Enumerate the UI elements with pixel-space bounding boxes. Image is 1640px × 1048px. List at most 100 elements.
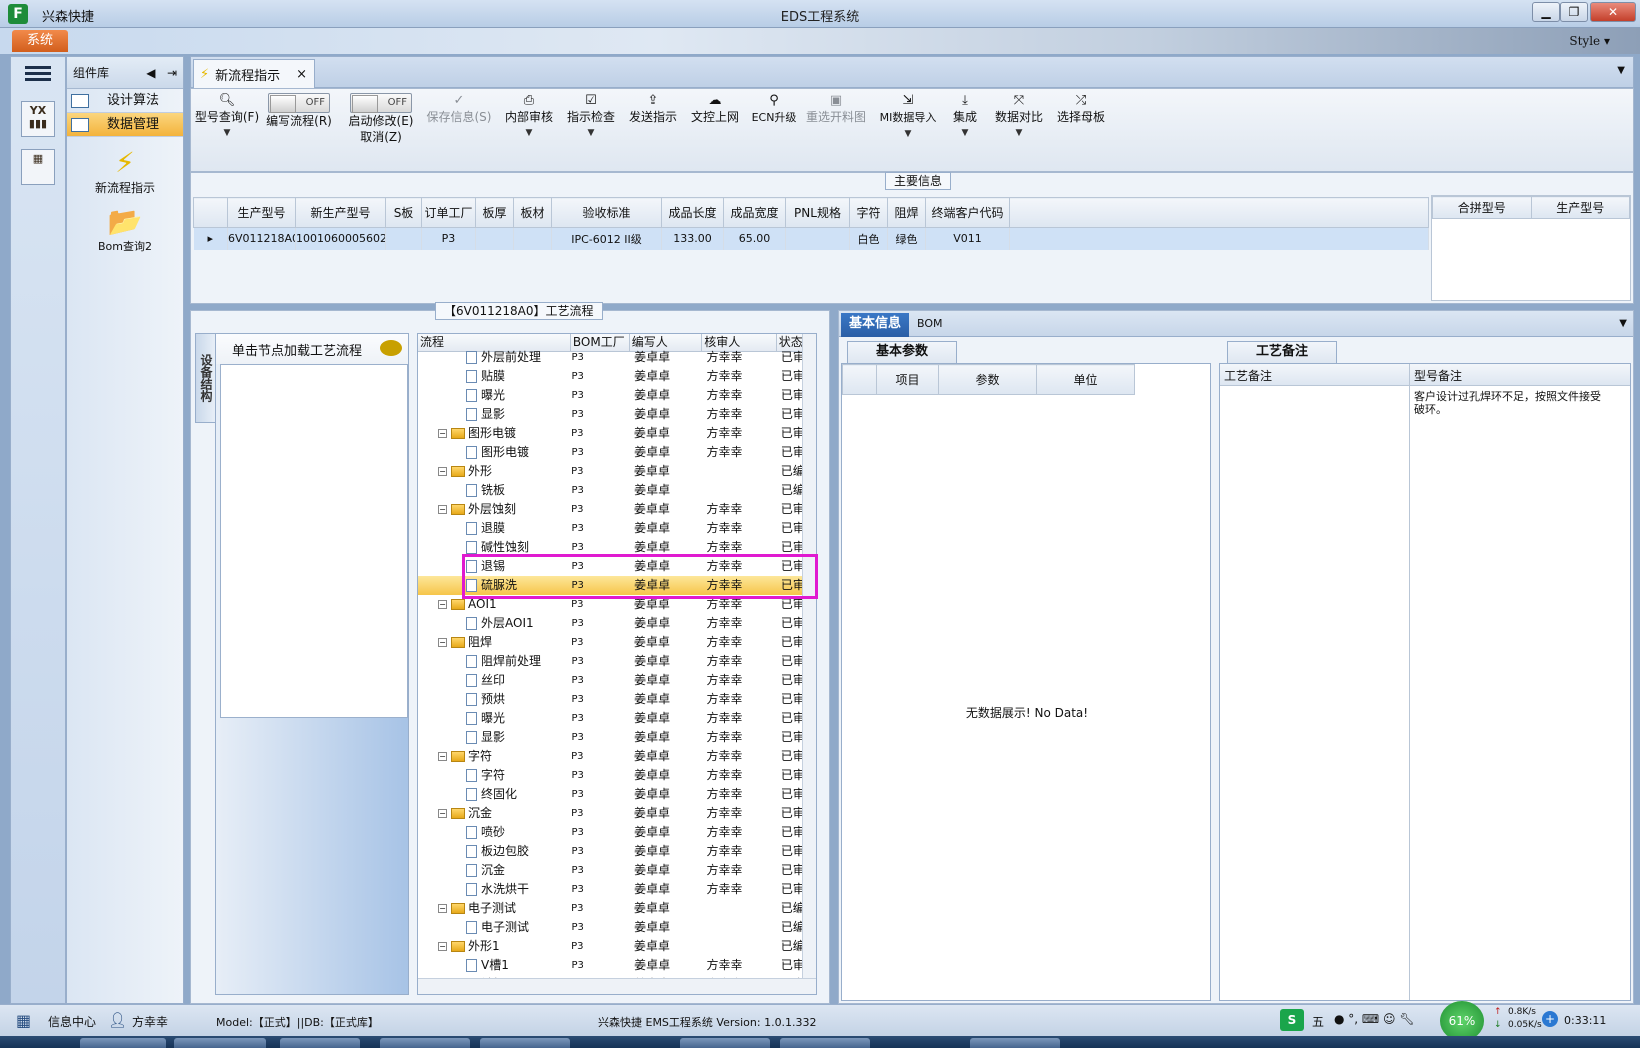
tree-row[interactable]: 硫脲洗 P3 姜卓卓 方幸幸 已审核	[418, 576, 816, 595]
close-button[interactable]: ✕	[1590, 2, 1636, 22]
tree-row[interactable]: 退膜 P3 姜卓卓 方幸幸 已审核	[418, 519, 816, 538]
collapse-toggle-icon[interactable]: −	[438, 942, 447, 951]
taskbar-app-button[interactable]	[380, 1038, 470, 1048]
tool-new-flow[interactable]: ⚡ 新流程指示	[67, 147, 183, 196]
col-header[interactable]: 成品长度	[661, 197, 724, 228]
tab-basic-info[interactable]: 基本信息	[841, 313, 909, 337]
tree-row[interactable]: − 外形 P3 姜卓卓 已编写	[418, 462, 816, 481]
cpu-usage-gauge[interactable]: 61%	[1440, 1001, 1484, 1041]
tree-node[interactable]: 终固化	[418, 785, 572, 804]
table-cell[interactable]	[513, 227, 552, 250]
tree-node[interactable]: 图形电镀	[418, 443, 572, 462]
toggle-switch[interactable]: OFF	[268, 93, 330, 113]
side-col-header[interactable]: 生产型号	[1530, 196, 1630, 219]
tree-node[interactable]: 喷砂	[418, 823, 572, 842]
tree-row[interactable]: − 字符 P3 姜卓卓 方幸幸 已审核	[418, 747, 816, 766]
tree-row[interactable]: V槽1 P3 姜卓卓 方幸幸 已审核	[418, 956, 816, 975]
col-header[interactable]: 验收标准	[551, 197, 662, 228]
col-header[interactable]: 板材	[513, 197, 552, 228]
table-cell[interactable]: 6V011218A0	[227, 227, 296, 250]
table-cell[interactable]: V011	[925, 227, 1010, 250]
table-cell[interactable]: P3	[421, 227, 476, 250]
tree-row[interactable]: 显影 P3 姜卓卓 方幸幸 已审核	[418, 405, 816, 424]
tree-row[interactable]: 沉金 P3 姜卓卓 方幸幸 已审核	[418, 861, 816, 880]
table-cell[interactable]: 133.00	[661, 227, 724, 250]
col-header[interactable]: 板厚	[475, 197, 514, 228]
col-header[interactable]: 订单工厂	[421, 197, 476, 228]
table-cell[interactable]	[385, 227, 422, 250]
tree-row[interactable]: − 外形1 P3 姜卓卓 已编写	[418, 937, 816, 956]
tree-node[interactable]: 曝光	[418, 386, 572, 405]
data-compare-button[interactable]: ⤧ 数据对比 ▼	[991, 93, 1047, 141]
tree-node[interactable]: 铣板	[418, 481, 572, 500]
col-header[interactable]: 生产型号	[227, 197, 296, 228]
pin-panel-icon[interactable]: ⇥	[167, 66, 177, 80]
tree-node[interactable]: 退膜	[418, 519, 572, 538]
tab-equipment-structure[interactable]: 设备结构	[195, 333, 217, 423]
col-header[interactable]: 新生产型号	[295, 197, 386, 228]
info-center-label[interactable]: 信息中心	[48, 1013, 96, 1030]
tree-row[interactable]: − 外层蚀刻 P3 姜卓卓 方幸幸 已审核	[418, 500, 816, 519]
ecn-upgrade-button[interactable]: ⚲ ECN升级	[749, 93, 799, 126]
ime-toolbar-icons[interactable]: ● °, ⌨ ☺ 🔧︎	[1334, 1012, 1415, 1026]
tree-node[interactable]: 字符	[418, 766, 572, 785]
tree-row[interactable]: 阻焊前处理 P3 姜卓卓 方幸幸 已审核	[418, 652, 816, 671]
tree-node[interactable]: 退锡	[418, 557, 572, 576]
select-motherboard-button[interactable]: ⤮ 选择母板	[1053, 93, 1109, 125]
minimize-button[interactable]: ▁	[1532, 2, 1560, 22]
tree-row[interactable]: 碱性蚀刻 P3 姜卓卓 方幸幸 已审核	[418, 538, 816, 557]
tree-node[interactable]: − AOI1	[418, 595, 571, 614]
tree-node[interactable]: − 外形1	[418, 937, 571, 956]
hamburger-menu-icon[interactable]	[25, 63, 51, 85]
taskbar-app-button[interactable]	[280, 1038, 360, 1048]
tree-row[interactable]: 贴膜 P3 姜卓卓 方幸幸 已审核	[418, 367, 816, 386]
model-note-text[interactable]: 客户设计过孔焊环不足，按照文件接受破环。	[1414, 390, 1610, 416]
tab-close-icon[interactable]: ×	[296, 67, 307, 82]
tree-row[interactable]: − 沉金 P3 姜卓卓 方幸幸 已审核	[418, 804, 816, 823]
tree-row[interactable]: 铣板 P3 姜卓卓 已编写	[418, 481, 816, 500]
col-header[interactable]: 成品宽度	[723, 197, 786, 228]
tree-node[interactable]: 显影	[418, 405, 572, 424]
tree-row[interactable]: 水洗烘干 P3 姜卓卓 方幸幸 已审核	[418, 880, 816, 899]
tree-node[interactable]: 丝印	[418, 671, 572, 690]
tree-row[interactable]: 显影 P3 姜卓卓 方幸幸 已审核	[418, 728, 816, 747]
table-cell[interactable]	[785, 227, 850, 250]
col-header[interactable]: 终端客户代码	[925, 197, 1010, 228]
tree-vertical-scrollbar[interactable]	[802, 334, 816, 994]
tabs-dropdown-icon[interactable]: ▼	[1617, 65, 1625, 76]
tree-row[interactable]: 预烘 P3 姜卓卓 方幸幸 已审核	[418, 690, 816, 709]
write-flow-toggle[interactable]: OFF 编写流程(R)	[259, 93, 339, 129]
tree-node[interactable]: 外层前处理	[418, 348, 572, 367]
tree-row[interactable]: 电子测试 P3 姜卓卓 已编写	[418, 918, 816, 937]
taskbar-app-button[interactable]	[80, 1038, 166, 1048]
tree-node[interactable]: 沉金	[418, 861, 572, 880]
tree-node[interactable]: − 图形电镀	[418, 424, 571, 443]
tree-row[interactable]: 退锡 P3 姜卓卓 方幸幸 已审核	[418, 557, 816, 576]
tabs-dropdown-icon[interactable]: ▼	[1619, 318, 1627, 329]
tree-node[interactable]: 水洗烘干	[418, 880, 572, 899]
collapse-toggle-icon[interactable]: −	[438, 505, 447, 514]
tree-node[interactable]: 贴膜	[418, 367, 572, 386]
taskbar-app-button[interactable]	[480, 1038, 570, 1048]
tree-node[interactable]: 碱性蚀刻	[418, 538, 572, 557]
tree-node[interactable]: − 字符	[418, 747, 571, 766]
col-header[interactable]: S板	[385, 197, 422, 228]
tree-row[interactable]: 板边包胶 P3 姜卓卓 方幸幸 已审核	[418, 842, 816, 861]
collapse-toggle-icon[interactable]: −	[438, 467, 447, 476]
plus-circle-icon[interactable]: +	[1542, 1011, 1558, 1027]
cancel-label[interactable]: 取消(Z)	[360, 130, 402, 144]
collapse-toggle-icon[interactable]: −	[438, 904, 447, 913]
factory-icon[interactable]: YX ▮▮▮	[21, 101, 55, 137]
reselect-cut-button[interactable]: ▣ 重选开料图	[803, 93, 869, 125]
tree-row[interactable]: − 图形电镀 P3 姜卓卓 方幸幸 已审核	[418, 424, 816, 443]
tree-row[interactable]: 曝光 P3 姜卓卓 方幸幸 已审核	[418, 386, 816, 405]
collapse-toggle-icon[interactable]: −	[438, 752, 447, 761]
collapse-toggle-icon[interactable]: −	[438, 638, 447, 647]
table-cell[interactable]	[475, 227, 514, 250]
send-instruction-button[interactable]: ⇪ 发送指示	[625, 93, 681, 125]
collapse-left-icon[interactable]: ◀	[146, 66, 155, 80]
tree-row[interactable]: 喷砂 P3 姜卓卓 方幸幸 已审核	[418, 823, 816, 842]
tree-node[interactable]: − 阻焊	[418, 633, 571, 652]
ime-logo-icon[interactable]: S	[1280, 1009, 1304, 1031]
table-cell[interactable]: 白色	[849, 227, 888, 250]
